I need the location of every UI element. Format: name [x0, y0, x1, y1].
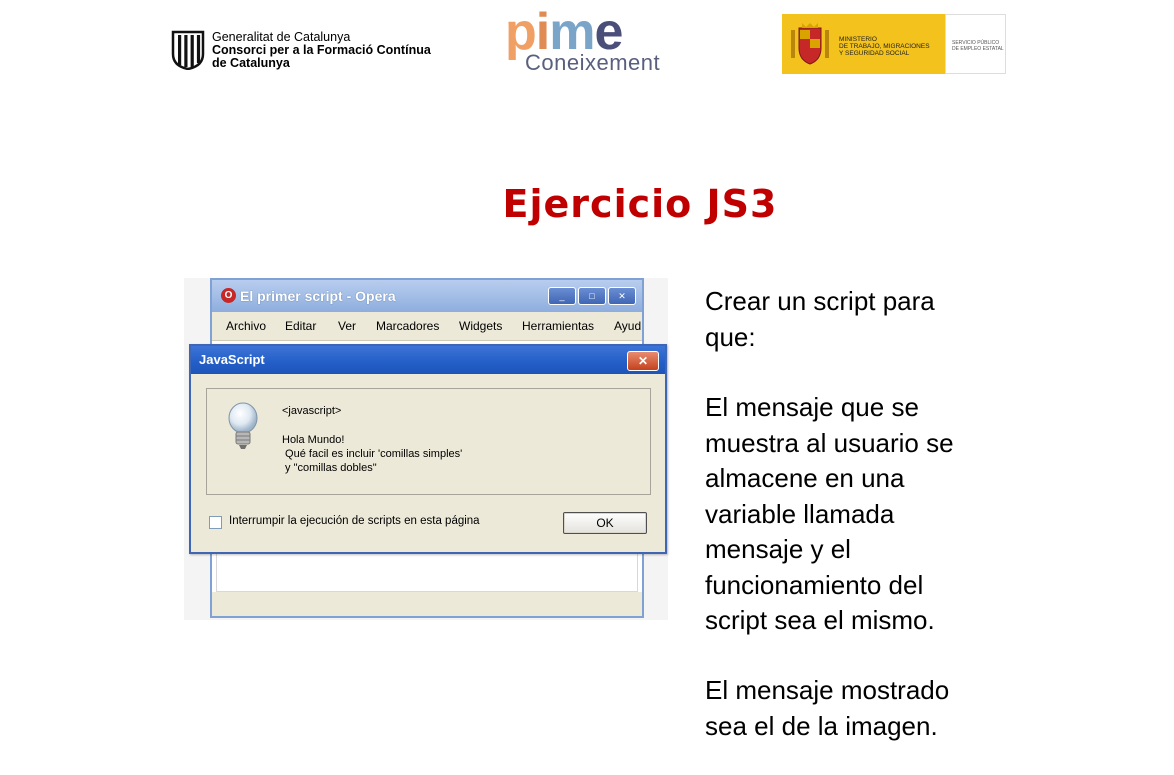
p1-line: que:: [705, 321, 756, 352]
stop-scripts-label[interactable]: Interrumpir la ejecución de scripts en e…: [229, 515, 480, 527]
spain-coat-of-arms-icon: [791, 23, 829, 65]
ministerio-line-1: MINISTERIO: [839, 36, 877, 43]
ministerio-line-3: Y SEGURIDAD SOCIAL: [839, 50, 910, 57]
p2-line: almacene en una: [705, 463, 905, 493]
stop-scripts-checkbox[interactable]: [209, 516, 222, 529]
slide-title: Ejercicio JS3: [502, 182, 778, 226]
task-paragraph-3: El mensaje mostrado sea el de la imagen.: [705, 673, 949, 744]
pime-subtitle: Coneixement: [525, 50, 661, 75]
dialog-message: Hola Mundo! Qué facil es incluir 'comill…: [282, 434, 463, 474]
dialog-tag-line: <javascript>: [282, 405, 342, 417]
ministerio-logo: MINISTERIO DE TRABAJO, MIGRACIONES Y SEG…: [782, 14, 1006, 74]
ministerio-line-2: DE TRABAJO, MIGRACIONES: [839, 43, 930, 50]
dialog-title-bar[interactable]: JavaScript ✕: [191, 346, 665, 374]
opera-page-area: [216, 552, 638, 592]
menu-ver[interactable]: Ver: [338, 319, 356, 333]
p2-line: mensaje y el: [705, 534, 851, 564]
menu-widgets[interactable]: Widgets: [459, 319, 502, 333]
p2-line: muestra al usuario se: [705, 427, 954, 458]
pime-logo: pime Coneixement: [505, 3, 695, 78]
sepe-line-2: DE EMPLEO ESTATAL: [952, 46, 1004, 52]
opera-title-bar[interactable]: O El primer script - Opera _ □ ✕: [212, 280, 642, 312]
p2-line: funcionamiento del: [705, 569, 924, 600]
ok-button[interactable]: OK: [563, 512, 647, 534]
opera-menu-bar: Archivo Editar Ver Marcadores Widgets He…: [212, 312, 642, 341]
p2-line: script sea el mismo.: [705, 605, 935, 635]
minimize-button[interactable]: _: [548, 287, 576, 305]
close-window-button[interactable]: ✕: [608, 287, 636, 305]
lightbulb-icon: [228, 402, 258, 449]
sepe-text: SERVICIO PÚBLICO DE EMPLEO ESTATAL: [952, 40, 1004, 52]
dialog-message-box: <javascript> Hola Mundo! Qué facil es in…: [206, 388, 651, 495]
opera-status-bar: [212, 592, 642, 616]
gencat-emblem-icon: [171, 30, 205, 70]
p3-line: El mensaje mostrado: [705, 675, 950, 705]
menu-marcadores[interactable]: Marcadores: [376, 319, 439, 333]
task-paragraph-2: El mensaje que se muestra al usuario se …: [705, 390, 954, 639]
p1-line: Crear un script para: [705, 286, 935, 316]
menu-editar[interactable]: Editar: [285, 319, 316, 333]
sepe-panel: SERVICIO PÚBLICO DE EMPLEO ESTATAL: [945, 14, 1006, 74]
p2-line: El mensaje que se: [705, 392, 919, 422]
javascript-alert-dialog: JavaScript ✕ <javascript> Hola Mundo! Qu…: [189, 344, 667, 554]
gencat-line-3: de Catalunya: [212, 56, 290, 70]
ministerio-yellow-panel: MINISTERIO DE TRABAJO, MIGRACIONES Y SEG…: [782, 14, 945, 74]
window-controls: _ □ ✕: [548, 287, 636, 305]
menu-ayuda[interactable]: Ayud: [614, 319, 641, 333]
opera-window-title: El primer script - Opera: [240, 288, 396, 304]
maximize-button[interactable]: □: [578, 287, 606, 305]
menu-archivo[interactable]: Archivo: [226, 319, 266, 333]
p2-line: variable llamada: [705, 498, 895, 529]
menu-herramientas[interactable]: Herramientas: [522, 319, 594, 333]
task-paragraph-1: Crear un script para que:: [705, 284, 935, 355]
opera-icon: O: [221, 288, 236, 303]
dialog-close-button[interactable]: ✕: [627, 351, 659, 371]
p3-line: sea el de la imagen.: [705, 710, 938, 741]
gencat-text: Generalitat de Catalunya Consorci per a …: [212, 31, 431, 70]
ministerio-text: MINISTERIO DE TRABAJO, MIGRACIONES Y SEG…: [839, 36, 930, 57]
gencat-logo: Generalitat de Catalunya Consorci per a …: [170, 28, 460, 76]
dialog-title: JavaScript: [199, 352, 265, 367]
